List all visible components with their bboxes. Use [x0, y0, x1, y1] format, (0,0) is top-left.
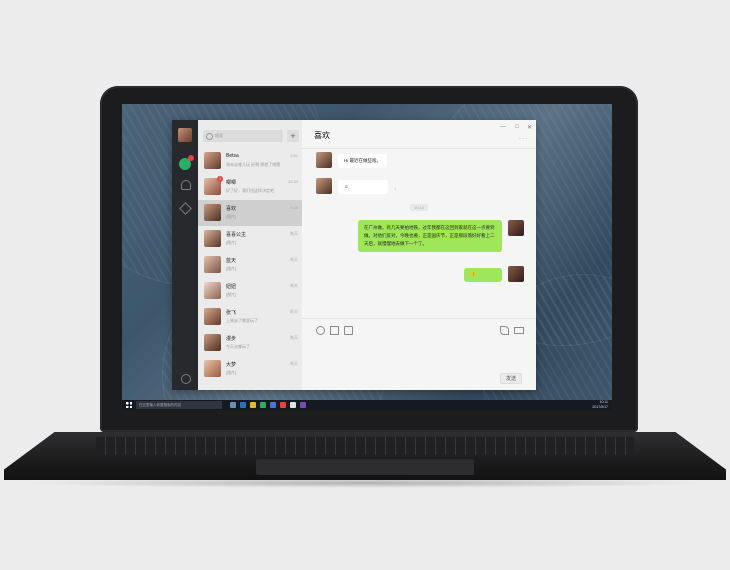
maximize-button[interactable]: □ [515, 124, 519, 130]
close-button[interactable]: ✕ [527, 124, 532, 131]
chat-list-item-selected[interactable]: 喜欢 9:45 [图片] [198, 200, 302, 226]
contact-avatar [204, 230, 221, 247]
app-icon[interactable] [290, 402, 296, 408]
chat-preview: 好了好，我们也这样决定吧 [226, 188, 274, 193]
laptop-trackpad [256, 459, 474, 475]
laptop-keyboard [96, 437, 634, 455]
system-clock[interactable]: 10:11 2017/5/17 [592, 400, 608, 410]
contact-avatar [204, 308, 221, 325]
chat-list-item[interactable]: 张飞 昨天 上周去了哪里玩了 [198, 304, 302, 330]
chat-preview: [图片] [226, 214, 237, 219]
timestamp-tag: 10:10 [410, 204, 429, 211]
read-tag: 1 [394, 186, 397, 191]
icon-rail [172, 120, 198, 390]
chat-preview: [图片] [226, 292, 237, 297]
favorites-icon[interactable] [179, 202, 192, 215]
contact-avatar [204, 360, 221, 377]
chat-preview: 上周去了哪里玩了 [226, 318, 258, 323]
conversation-title: 喜欢 [314, 131, 330, 140]
chat-time: 昨天 [290, 361, 298, 366]
chat-time: 昨天 [290, 283, 298, 288]
chat-time: 9:51 [290, 153, 298, 158]
windows-taskbar: 在这里输入你要搜索的内容 10:11 2017/5/17 [122, 400, 612, 410]
contact-avatar [204, 256, 221, 273]
chat-name: 唧唧 [226, 180, 237, 186]
chat-name: 大梦 [226, 362, 237, 368]
chat-list-item[interactable]: Betsa 9:51 周末去哪儿玩 好啊 那就了吧嗯 [198, 148, 302, 174]
add-chat-button[interactable]: + [287, 130, 299, 142]
chat-preview: 周末去哪儿玩 好啊 那就了吧嗯 [226, 162, 281, 167]
chat-preview: [图片] [226, 240, 237, 245]
chat-time: 昨天 [290, 309, 298, 314]
send-button[interactable]: 发送 [499, 373, 522, 384]
chat-name: 喜喜公主 [226, 232, 247, 238]
chat-preview: [图片] [226, 370, 237, 375]
chat-time: 12:30 [287, 179, 298, 184]
self-avatar [508, 220, 524, 236]
windows-start-icon[interactable] [126, 402, 132, 408]
search-icon [206, 133, 213, 140]
edge-icon[interactable] [240, 402, 246, 408]
self-avatar [508, 266, 524, 282]
chat-time: 昨天 [290, 257, 298, 262]
chat-preview: 今天去哪玩了 [226, 344, 250, 349]
chat-name: Betsa [226, 153, 239, 159]
unread-dot [188, 155, 194, 161]
chat-name: 张飞 [226, 310, 237, 316]
contacts-icon[interactable] [181, 180, 191, 190]
contact-avatar [204, 152, 221, 169]
chat-list-item[interactable]: 漫步 昨天 今天去哪玩了 [198, 330, 302, 356]
clock-date: 2017/5/17 [592, 405, 608, 409]
contact-avatar [204, 282, 221, 299]
message-bubble-outgoing: 在广州做，有几天要拍地铁，过年我都在这回到家就在这一点要到做。对他们反对，今晚也… [358, 220, 502, 252]
app-icon[interactable] [280, 402, 286, 408]
chat-name: 喜欢 [226, 206, 237, 212]
chat-preview: [图片] [226, 266, 237, 271]
chat-list-item[interactable]: 妞妞 昨天 [图片] [198, 278, 302, 304]
wechat-icon[interactable] [260, 402, 266, 408]
screenshot-icon[interactable] [344, 326, 353, 335]
chat-time: 9:45 [290, 205, 298, 210]
chat-name: 蓝天 [226, 258, 237, 264]
chat-time: 昨天 [290, 335, 298, 340]
app-icon[interactable] [300, 402, 306, 408]
laptop-shadow [20, 478, 710, 488]
chat-icon[interactable] [179, 155, 194, 170]
chat-time: 昨天 [290, 231, 298, 236]
chat-list-item[interactable]: 喜喜公主 昨天 [图片] [198, 226, 302, 252]
emoji-icon[interactable] [316, 326, 325, 335]
header-divider [302, 148, 536, 149]
wechat-window: 搜索 + Betsa 9:51 周末去哪儿玩 好啊 那就了吧嗯 1 唧唧 12:… [172, 120, 536, 390]
search-placeholder: 搜索 [215, 133, 223, 138]
settings-icon[interactable] [181, 374, 191, 384]
chat-list: 搜索 + Betsa 9:51 周末去哪儿玩 好啊 那就了吧嗯 1 唧唧 12:… [198, 120, 303, 390]
store-icon[interactable] [270, 402, 276, 408]
chat-list-item[interactable]: 大梦 昨天 [图片] [198, 356, 302, 382]
chat-name: 妞妞 [226, 284, 237, 290]
conversation-panel: 喜欢 — □ ✕ ··· Hi 最近在做些啥。 ☺ 1 10:10 在广州做，有… [302, 120, 536, 390]
chat-name: 漫步 [226, 336, 237, 342]
phone-icon[interactable] [500, 326, 509, 335]
contact-avatar [316, 178, 332, 194]
more-options-icon[interactable]: ··· [519, 136, 528, 142]
chat-list-item[interactable]: 1 唧唧 12:30 好了好，我们也这样决定吧 [198, 174, 302, 200]
minimize-button[interactable]: — [500, 124, 506, 130]
contact-avatar [316, 152, 332, 168]
task-view-icon[interactable] [230, 402, 236, 408]
folder-icon[interactable] [330, 326, 339, 335]
message-bubble-incoming: ☺ [338, 180, 388, 194]
video-icon[interactable] [514, 327, 524, 334]
contact-avatar [204, 204, 221, 221]
folder-icon[interactable] [250, 402, 256, 408]
message-bubble-incoming: Hi 最近在做些啥。 [338, 154, 387, 168]
unread-badge: 1 [217, 176, 223, 182]
input-divider [302, 318, 536, 319]
taskbar-search-input[interactable]: 在这里输入你要搜索的内容 [136, 401, 222, 409]
chat-list-item[interactable]: 蓝天 昨天 [图片] [198, 252, 302, 278]
search-input[interactable]: 搜索 [203, 130, 283, 142]
contact-avatar [204, 334, 221, 351]
message-bubble-outgoing: 👍 [464, 268, 502, 282]
user-avatar[interactable] [178, 128, 192, 142]
